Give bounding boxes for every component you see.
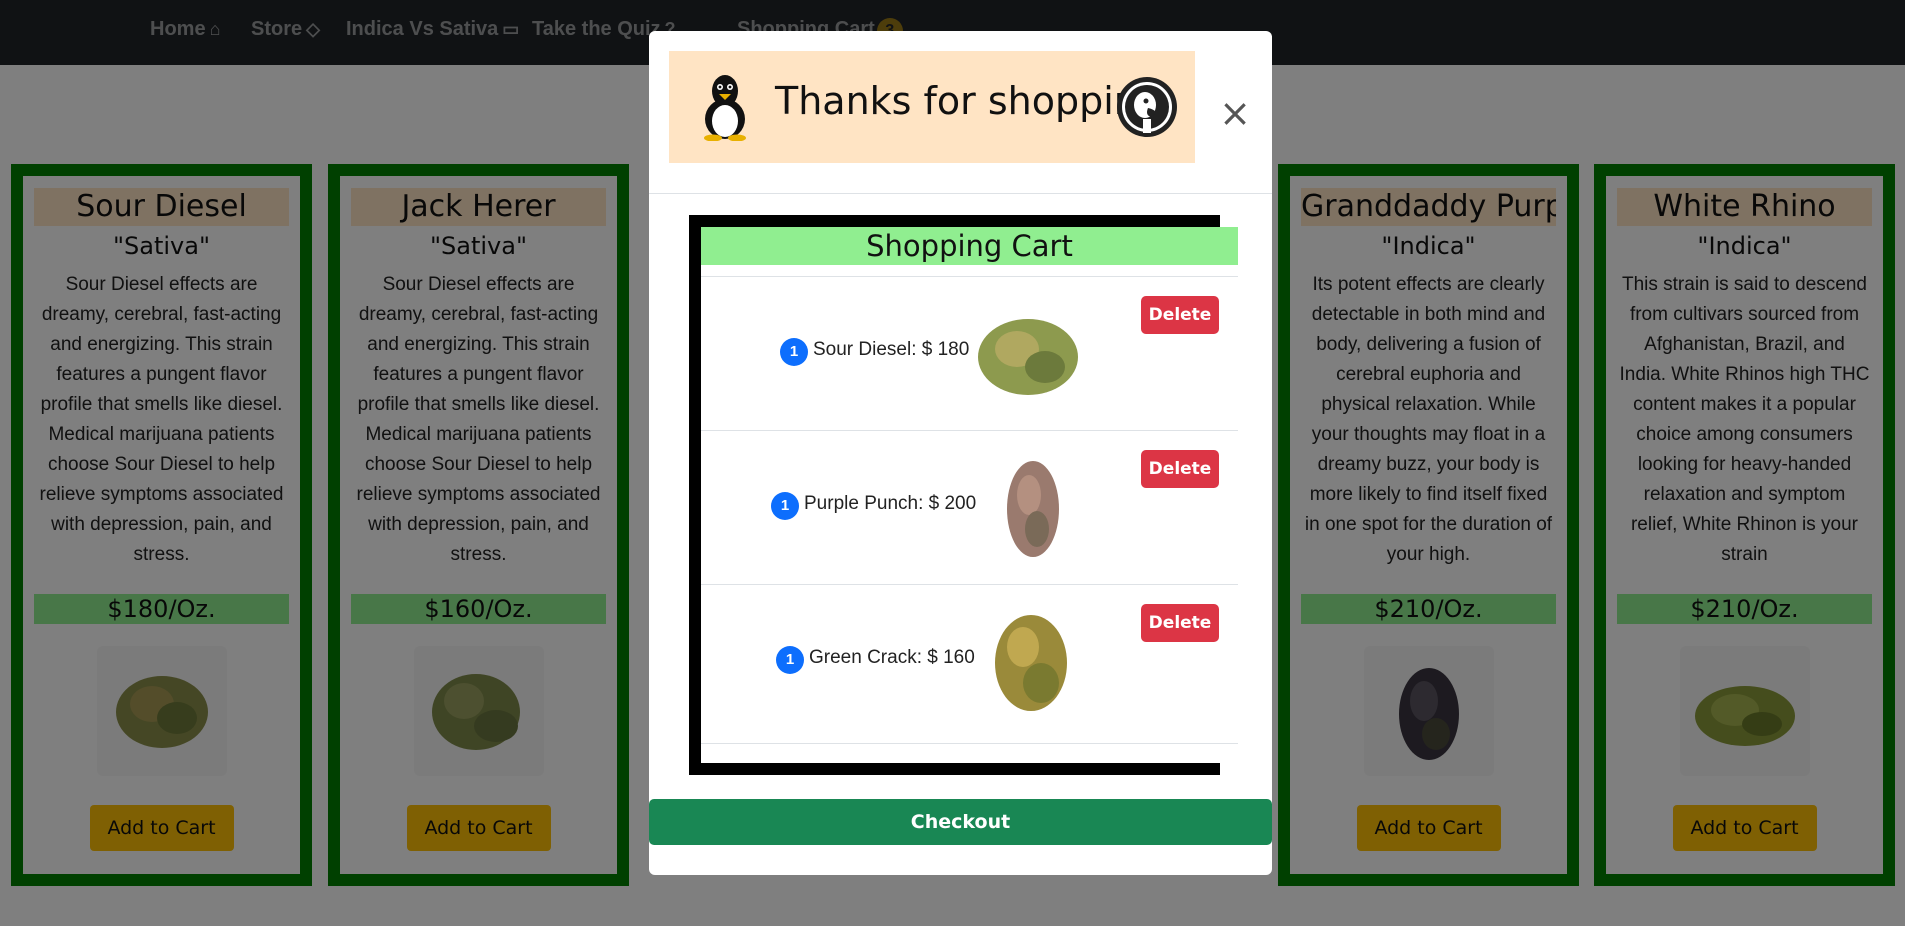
quantity-badge: 1	[780, 338, 808, 366]
cart-item-text: Sour Diesel: $ 180	[813, 339, 970, 360]
delete-button[interactable]: Delete	[1141, 604, 1219, 642]
close-button[interactable]: ×	[1219, 94, 1251, 132]
cart-item-image	[1001, 455, 1065, 565]
cart-item-image	[973, 305, 1083, 409]
quantity-badge: 1	[776, 646, 804, 674]
quantity-badge: 1	[771, 492, 799, 520]
cart-item-text: Green Crack: $ 160	[809, 647, 975, 668]
delete-button[interactable]: Delete	[1141, 450, 1219, 488]
cart-item-image	[989, 607, 1073, 721]
divider	[701, 743, 1238, 744]
divider	[649, 193, 1272, 194]
modal-header-banner: Thanks for shopping	[669, 51, 1195, 163]
duck-logo-icon	[1115, 75, 1179, 143]
cart-item-row: 1 Sour Diesel: $ 180 Delete	[701, 276, 1238, 431]
cart-item-row: 1 Purple Punch: $ 200 Delete	[701, 430, 1238, 585]
delete-button[interactable]: Delete	[1141, 296, 1219, 334]
penguin-icon	[695, 71, 755, 145]
shopping-cart-panel: Shopping Cart 1 Sour Diesel: $ 180 Delet…	[689, 215, 1238, 775]
cart-item-row: 1 Green Crack: $ 160 Delete	[701, 584, 1238, 739]
checkout-button[interactable]: Checkout	[649, 799, 1272, 845]
shopping-cart-title: Shopping Cart	[701, 227, 1238, 265]
cart-modal: Thanks for shopping × Shopping Cart 1 So…	[649, 31, 1272, 875]
modal-title: Thanks for shopping	[775, 79, 1163, 123]
cart-item-text: Purple Punch: $ 200	[804, 493, 977, 514]
